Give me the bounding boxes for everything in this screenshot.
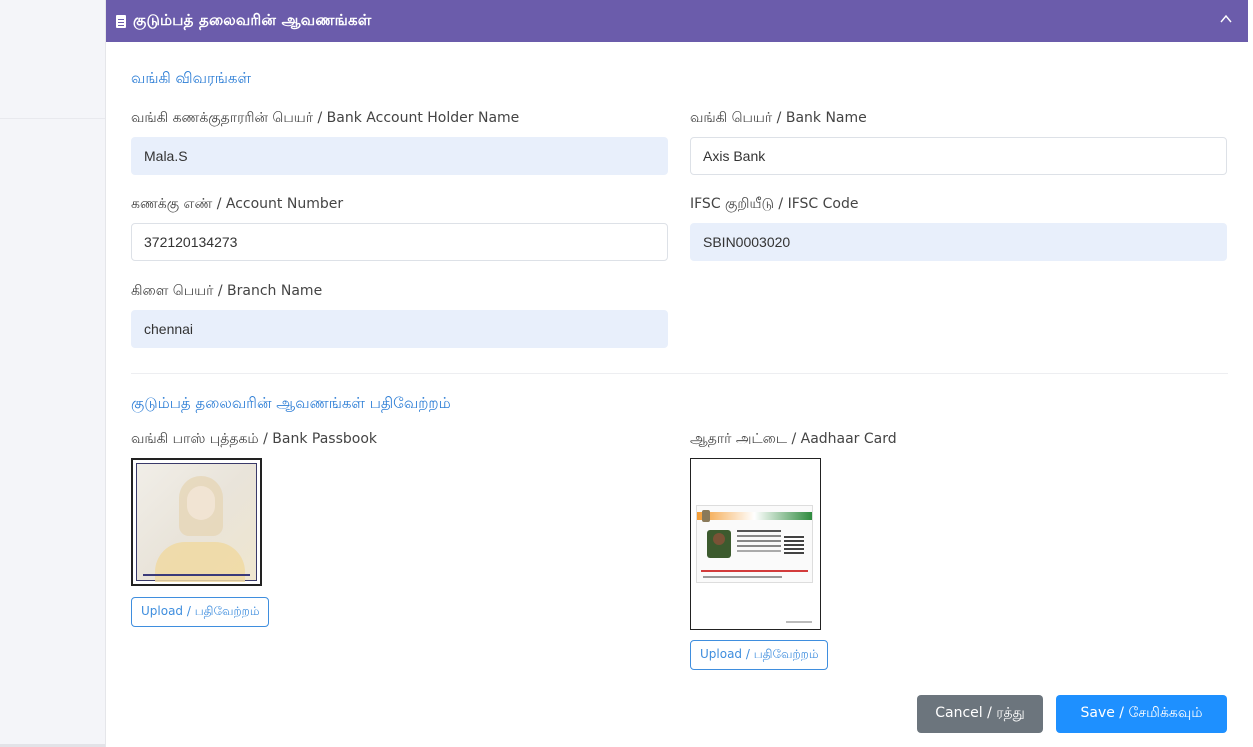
account-holder-input[interactable]: Mala.S (131, 137, 668, 175)
document-icon (116, 14, 126, 28)
account-number-label: கணக்கு எண் / Account Number (131, 196, 344, 212)
image-shirt-shape (155, 542, 245, 582)
bank-name-label: வங்கி பெயர் / Bank Name (690, 110, 867, 126)
aadhaar-footer-line (703, 576, 782, 578)
upload-section-title: குடும்பத் தலைவரின் ஆவணங்கள் பதிவேற்றம் (131, 394, 451, 412)
aadhaar-upload-button[interactable]: Upload / பதிவேற்றம் (690, 640, 829, 670)
section-divider (131, 373, 1228, 374)
aadhaar-image (696, 505, 813, 583)
aadhaar-text-lines (737, 530, 781, 532)
aadhaar-preview (690, 458, 821, 630)
chevron-up-icon[interactable] (1220, 13, 1232, 25)
aadhaar-photo (707, 530, 731, 558)
aadhaar-band (697, 512, 812, 520)
passbook-label: வங்கி பாஸ் புத்தகம் / Bank Passbook (131, 431, 378, 447)
passbook-image (136, 463, 257, 582)
left-divider (0, 118, 105, 119)
image-face-shape (187, 486, 215, 520)
signature-line (786, 621, 812, 623)
branch-label: கிளை பெயர் / Branch Name (131, 283, 323, 299)
left-background (0, 0, 105, 747)
card-title: குடும்பத் தலைவரின் ஆவணங்கள் (133, 11, 372, 29)
aadhaar-redline (701, 570, 808, 572)
documents-card: குடும்பத் தலைவரின் ஆவணங்கள் வங்கி விவரங்… (105, 0, 1253, 747)
cancel-button[interactable]: Cancel / ரத்து (917, 695, 1043, 733)
bank-details-title: வங்கி விவரங்கள் (131, 69, 251, 87)
card-header[interactable]: குடும்பத் தலைவரின் ஆவணங்கள் (106, 0, 1248, 42)
account-number-input[interactable]: 372120134273 (131, 223, 668, 261)
aadhaar-label: ஆதார் அட்டை / Aadhaar Card (690, 431, 897, 447)
save-button[interactable]: Save / சேமிக்கவும் (1056, 695, 1227, 733)
branch-input[interactable]: chennai (131, 310, 668, 348)
qr-code-icon (784, 534, 804, 554)
passbook-preview (131, 458, 262, 586)
emblem-icon (702, 510, 710, 522)
ifsc-input[interactable]: SBIN0003020 (690, 223, 1227, 261)
ifsc-label: IFSC குறியீடு / IFSC Code (690, 196, 859, 212)
account-holder-label: வங்கி கணக்குதாரரின் பெயர் / Bank Account… (131, 110, 520, 126)
passbook-upload-button[interactable]: Upload / பதிவேற்றம் (131, 597, 270, 627)
bank-name-input[interactable]: Axis Bank (690, 137, 1227, 175)
image-baseline (143, 574, 250, 576)
